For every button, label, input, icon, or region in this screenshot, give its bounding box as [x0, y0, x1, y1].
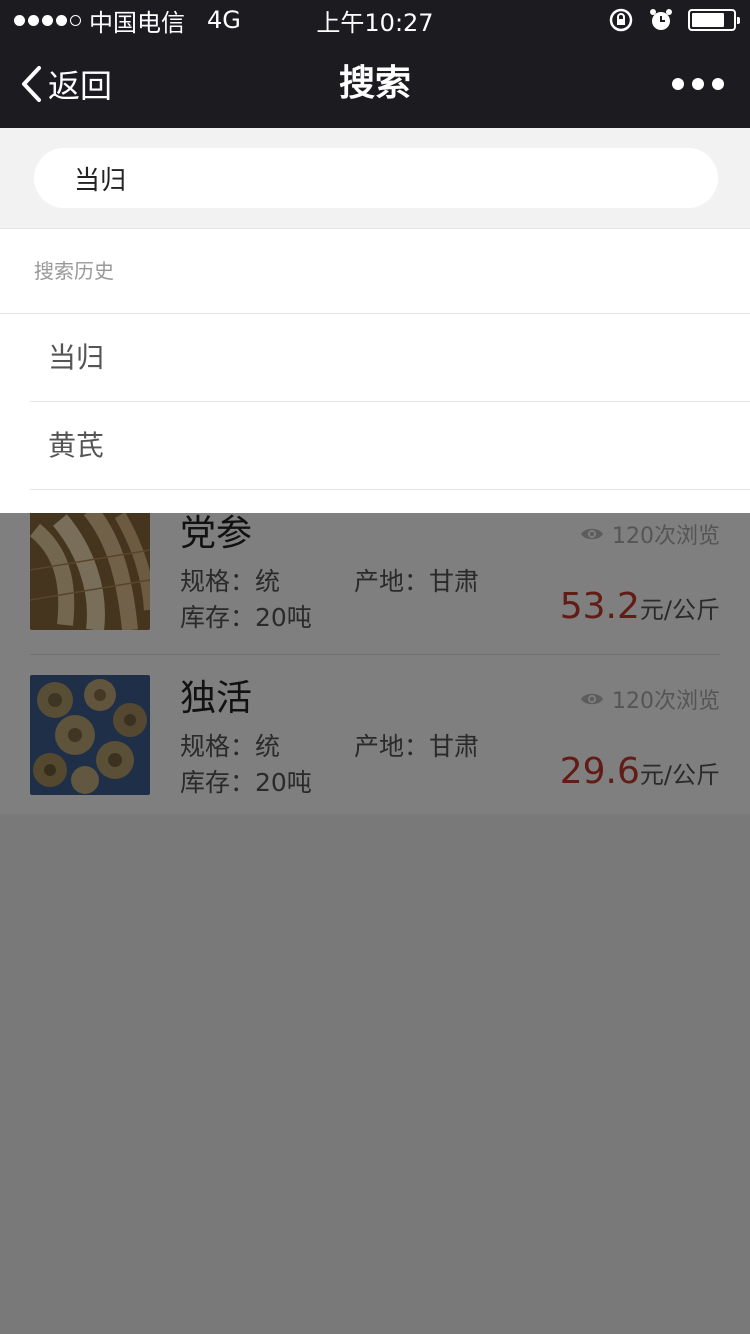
more-dot-icon [692, 78, 704, 90]
back-label: 返回 [48, 67, 113, 105]
status-left: 中国电信 4G [14, 3, 241, 38]
battery-icon [688, 9, 740, 31]
page-title: 搜索 [338, 63, 411, 104]
search-input[interactable] [34, 148, 718, 208]
network-label: 4G [207, 6, 241, 34]
more-button[interactable] [672, 40, 724, 128]
history-item[interactable]: 当归 [30, 314, 750, 402]
signal-strength-icon [14, 14, 81, 26]
more-dot-icon [672, 78, 684, 90]
status-right [608, 7, 740, 33]
alarm-icon [650, 9, 672, 30]
status-bar: 中国电信 4G 上午10:27 [0, 0, 750, 40]
search-history-panel: 搜索历史 当归 黄芪 [0, 228, 750, 513]
more-dot-icon [712, 78, 724, 90]
nav-bar: 返回 搜索 [0, 40, 750, 128]
search-bar [0, 128, 750, 228]
carrier-label: 中国电信 [89, 8, 185, 37]
back-button[interactable]: 返回 [20, 40, 112, 128]
search-history-title: 搜索历史 [0, 229, 750, 314]
chevron-left-icon [22, 66, 41, 102]
rotation-lock-icon [609, 8, 633, 32]
history-item[interactable]: 黄芪 [30, 402, 750, 490]
